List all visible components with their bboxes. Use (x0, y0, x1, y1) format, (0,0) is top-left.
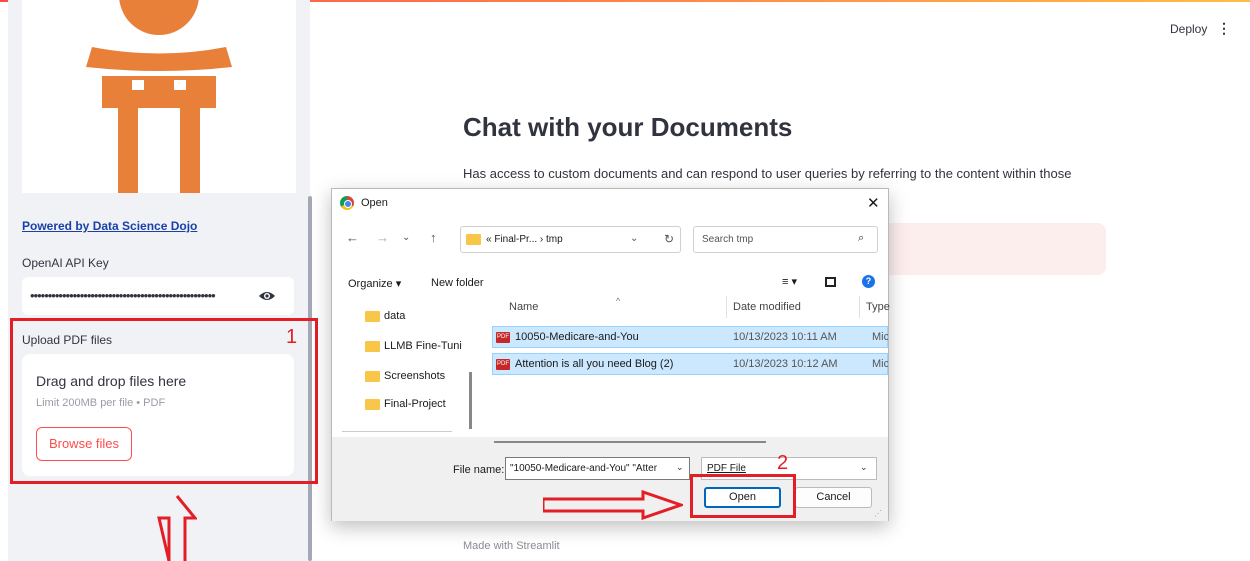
up-arrow-annotation (157, 494, 199, 561)
preview-pane-icon[interactable] (825, 277, 836, 287)
chrome-icon (340, 196, 354, 210)
resize-grip-icon[interactable]: ⋰ (874, 509, 882, 518)
nav-item-label: Final-Project (384, 398, 446, 410)
address-bar[interactable]: « Final-Pr... › tmp ⌄ ↻ (460, 226, 681, 253)
streamlit-app: Powered by Data Science Dojo OpenAI API … (0, 0, 1250, 561)
up-arrow-icon[interactable]: ↑ (430, 230, 437, 245)
folder-icon (466, 234, 481, 245)
folder-icon (365, 340, 380, 352)
nav-divider (342, 431, 452, 432)
file-date: 10/13/2023 10:11 AM (733, 331, 837, 343)
pdf-file-icon: PDF (496, 332, 510, 343)
breadcrumb[interactable]: « Final-Pr... › tmp (486, 234, 563, 245)
file-name-input[interactable]: "10050-Medicare-and-You" "Atter ⌄ (505, 457, 690, 480)
nav-item-label: LLMB Fine-Tuni (384, 340, 462, 352)
column-headers: ^ Name Date modified Type (480, 296, 890, 318)
dialog-title: Open (361, 197, 388, 209)
file-row[interactable]: PDF Attention is all you need Blog (2) 1… (492, 353, 888, 375)
column-separator[interactable] (726, 296, 727, 318)
search-placeholder: Search tmp (702, 234, 754, 245)
organize-menu[interactable]: Organize ▾ (348, 277, 401, 290)
nav-item-label: Screenshots (384, 370, 446, 382)
torii-gate-logo (22, 0, 296, 193)
page-description: Has access to custom documents and can r… (463, 166, 1072, 181)
open-file-dialog: Open ✕ ← → ⌄ ↑ « Final-Pr... › tmp ⌄ ↻ S… (331, 188, 890, 521)
deploy-button[interactable]: Deploy (1170, 22, 1207, 36)
file-type-value: PDF File (707, 463, 746, 474)
folder-icon (365, 398, 380, 410)
search-icon[interactable]: ⌕ (858, 232, 864, 245)
back-arrow-icon[interactable]: ← (346, 230, 359, 245)
pdf-file-icon: PDF (496, 359, 510, 370)
column-date[interactable]: Date modified (733, 301, 801, 313)
nav-item-screenshots[interactable]: Screenshots (365, 370, 445, 390)
api-key-input[interactable]: ••••••••••••••••••••••••••••••••••••••••… (22, 277, 294, 315)
forward-arrow-icon[interactable]: → (376, 230, 389, 245)
file-name: 10050-Medicare-and-You (515, 331, 639, 343)
api-key-label: OpenAI API Key (22, 256, 109, 270)
sort-caret-icon: ^ (616, 296, 621, 306)
dialog-titlebar: Open ✕ (332, 189, 888, 217)
annotation-marker-2: 2 (777, 452, 789, 474)
close-icon[interactable]: ✕ (867, 194, 880, 212)
folder-icon (365, 370, 380, 382)
file-name-label: File name: (453, 464, 505, 476)
annotation-box-2 (690, 474, 796, 518)
column-name[interactable]: Name (509, 301, 538, 313)
recent-chevron-icon[interactable]: ⌄ (402, 232, 410, 243)
nav-item-label: data (384, 310, 406, 322)
cancel-button[interactable]: Cancel (795, 487, 872, 508)
api-key-masked-value: ••••••••••••••••••••••••••••••••••••••••… (30, 288, 216, 303)
page-title: Chat with your Documents (463, 112, 793, 142)
chevron-down-icon[interactable]: ⌄ (860, 462, 868, 473)
nav-item-llmb[interactable]: LLMB Fine-Tuni (365, 340, 462, 360)
column-type[interactable]: Type (866, 301, 890, 313)
main-menu-icon[interactable]: ⋮ (1217, 20, 1231, 37)
file-list-scrollbar[interactable] (494, 441, 766, 443)
navigation-pane: data LLMB Fine-Tuni Screenshots Final-Pr… (335, 296, 463, 449)
file-name-value: "10050-Medicare-and-You" "Atter (510, 463, 658, 474)
column-separator[interactable] (859, 296, 860, 318)
file-row[interactable]: PDF 10050-Medicare-and-You 10/13/2023 10… (492, 326, 888, 348)
file-type: Micro (872, 331, 888, 343)
powered-by-link[interactable]: Powered by Data Science Dojo (22, 219, 197, 233)
file-type: Micro (872, 358, 888, 370)
file-date: 10/13/2023 10:12 AM (733, 358, 838, 370)
nav-item-final-project[interactable]: Final-Project (365, 398, 446, 418)
annotation-box-1 (10, 318, 318, 484)
right-arrow-annotation (541, 489, 686, 525)
new-folder-button[interactable]: New folder (431, 277, 484, 289)
chevron-down-icon[interactable]: ⌄ (676, 462, 684, 473)
eye-icon[interactable] (258, 287, 276, 305)
refresh-icon[interactable]: ↻ (664, 232, 674, 246)
search-input[interactable]: Search tmp ⌕ (693, 226, 878, 253)
footer-text[interactable]: Made with Streamlit (463, 540, 560, 552)
annotation-marker-1: 1 (286, 326, 298, 348)
folder-icon (365, 310, 380, 322)
nav-scrollbar[interactable] (469, 372, 472, 429)
help-icon[interactable]: ? (862, 275, 875, 288)
file-name: Attention is all you need Blog (2) (515, 358, 674, 370)
chevron-down-icon[interactable]: ⌄ (630, 233, 638, 244)
view-options-icon[interactable]: ≡ ▾ (782, 275, 797, 288)
nav-item-data[interactable]: data (365, 310, 405, 330)
